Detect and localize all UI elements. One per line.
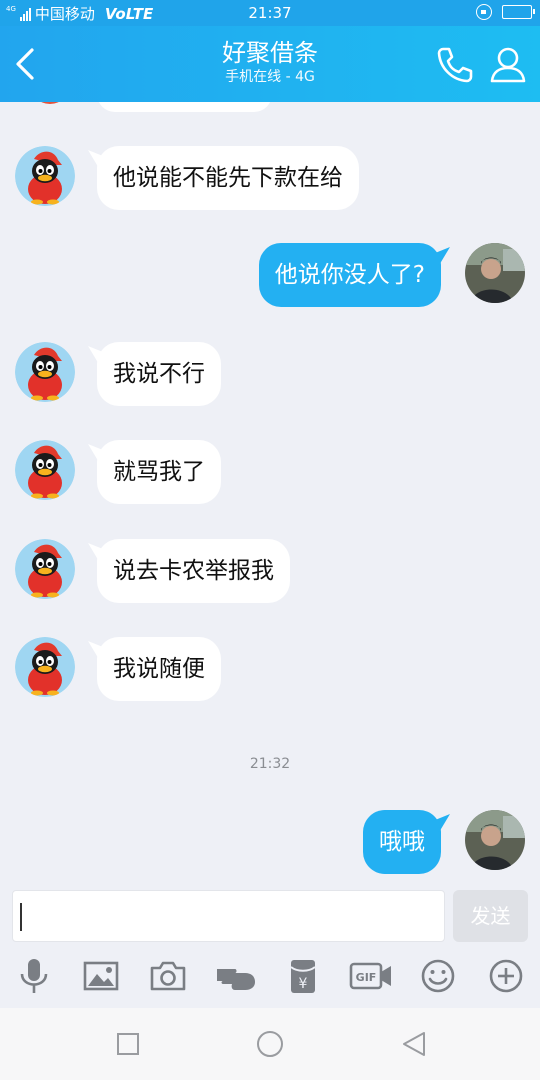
message-row: 我说不行 (0, 342, 540, 408)
my-avatar[interactable] (465, 243, 525, 303)
message-row: 他说能不能先下款在给 (0, 146, 540, 212)
message-row: 我说随便 (0, 637, 540, 703)
microphone-icon (20, 959, 48, 993)
camera-button[interactable] (148, 956, 188, 996)
qq-penguin-avatar-icon (15, 539, 75, 599)
packet-yen-label: ¥ (299, 976, 308, 992)
send-button[interactable]: 发送 (453, 890, 528, 942)
red-packet-button[interactable]: ¥ (283, 956, 323, 996)
message-row: 就骂我了 (0, 440, 540, 506)
message-row: 哦哦 (0, 810, 540, 876)
gif-label: GIF (356, 971, 377, 984)
more-button[interactable] (486, 956, 526, 996)
status-time: 21:37 (248, 4, 292, 22)
outgoing-message-bubble[interactable]: 他说你没人了? (258, 243, 441, 307)
chevron-left-icon (16, 48, 34, 80)
message-row: 说去卡农举报我 (0, 539, 540, 605)
user-photo-avatar-icon (465, 810, 525, 870)
home-button[interactable] (254, 1028, 286, 1060)
gif-icon: GIF (349, 962, 391, 990)
back-nav-button[interactable] (398, 1028, 430, 1060)
image-button[interactable] (81, 956, 121, 996)
contact-avatar[interactable] (15, 146, 75, 206)
text-cursor (20, 903, 22, 931)
qq-penguin-avatar-icon (15, 637, 75, 697)
camera-icon (150, 961, 186, 991)
status-bar: 4G 中国移动 VoLTE 21:37 (0, 0, 540, 26)
recent-apps-icon (117, 1033, 139, 1055)
red-packet-icon: ¥ (290, 960, 316, 993)
incoming-message-bubble[interactable]: 就骂我了 (97, 440, 221, 504)
back-icon (403, 1032, 425, 1056)
timestamp-separator: 21:32 (249, 756, 291, 772)
poke-button[interactable] (215, 956, 255, 996)
phone-icon (437, 47, 473, 83)
gif-button[interactable]: GIF (349, 956, 393, 996)
chat-header: 好聚借条 手机在线 - 4G (0, 26, 540, 102)
contact-avatar[interactable] (15, 440, 75, 500)
outgoing-message-bubble[interactable]: 哦哦 (363, 810, 441, 874)
incoming-message-bubble[interactable]: 我说不行 (97, 342, 221, 406)
incoming-message-bubble[interactable]: 我说随便 (97, 637, 221, 701)
contact-avatar[interactable] (15, 342, 75, 402)
emoji-icon (421, 959, 455, 993)
contact-avatar[interactable] (15, 637, 75, 697)
contact-avatar-partial (30, 102, 70, 104)
call-button[interactable] (434, 44, 476, 86)
battery-icon (502, 5, 535, 19)
back-button[interactable] (10, 44, 46, 84)
image-icon (83, 961, 119, 991)
input-toolbar: ¥ GIF (0, 946, 540, 1008)
message-input[interactable] (12, 890, 445, 942)
incoming-message-bubble[interactable]: 说去卡农举报我 (97, 539, 290, 603)
my-avatar[interactable] (465, 810, 525, 870)
person-icon (490, 47, 526, 83)
poke-hand-icon (217, 969, 255, 990)
message-list[interactable]: 他说能不能先下款在给 他说你没人了? 我说不行 就骂我了 说去卡农举报我 我说随… (0, 102, 540, 888)
composer: 发送 (0, 888, 540, 946)
plus-icon (489, 959, 523, 993)
qq-penguin-avatar-icon (15, 440, 75, 500)
message-bubble-partial (97, 102, 272, 112)
home-icon (257, 1031, 283, 1057)
user-photo-avatar-icon (465, 243, 525, 303)
qq-penguin-avatar-icon (15, 146, 75, 206)
qq-penguin-avatar-icon (15, 342, 75, 402)
voice-button[interactable] (14, 956, 54, 996)
status-right (476, 4, 535, 20)
recent-apps-button[interactable] (112, 1028, 144, 1060)
message-row: 他说你没人了? (0, 243, 540, 309)
profile-button[interactable] (488, 44, 528, 86)
system-navigation-bar (0, 1008, 540, 1080)
rotation-lock-icon (476, 4, 492, 20)
incoming-message-bubble[interactable]: 他说能不能先下款在给 (97, 146, 359, 210)
message-row-partial (0, 102, 540, 112)
emoji-button[interactable] (418, 956, 458, 996)
contact-avatar[interactable] (15, 539, 75, 599)
